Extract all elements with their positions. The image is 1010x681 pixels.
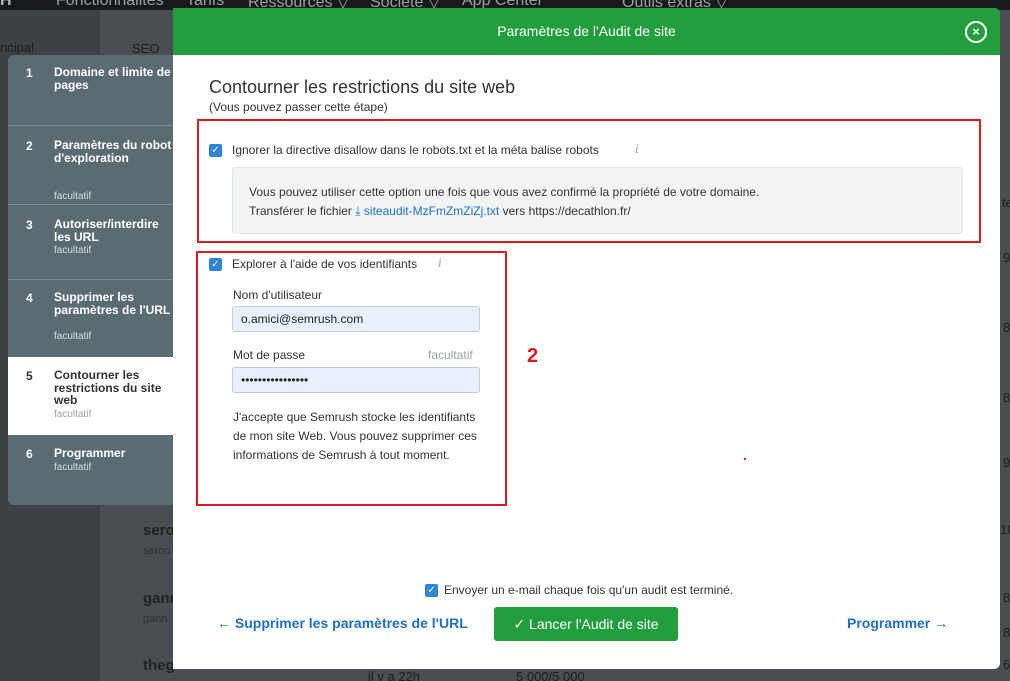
step-remove-url-params[interactable]: 4 Supprimer les paramètres de l'URL facu… bbox=[8, 280, 173, 357]
info-prefix: Transférer le fichier bbox=[249, 204, 352, 218]
step-optional: facultatif bbox=[54, 462, 92, 473]
background-left-label: ncipal bbox=[0, 40, 34, 55]
background-quota: 5 000/5 000 bbox=[516, 669, 585, 681]
step-allow-disallow-urls[interactable]: 3 Autoriser/interdire les URL facultatif bbox=[8, 205, 173, 283]
background-right-top: te bbox=[1002, 195, 1010, 210]
info-suffix: vers https://decathlon.fr/ bbox=[502, 204, 631, 218]
annotation-label-2: 2 bbox=[527, 345, 539, 367]
background-right-digit: 9 bbox=[1003, 250, 1010, 265]
info-icon[interactable]: i bbox=[635, 142, 639, 156]
download-icon[interactable]: ⤓ bbox=[355, 204, 360, 218]
launch-audit-button[interactable]: ✓ Lancer l'Audit de site bbox=[494, 607, 678, 641]
background-right-digit: 6 bbox=[1003, 657, 1010, 672]
background-time: il y a 22h bbox=[368, 669, 421, 681]
ignore-robots-label: Ignorer la directive disallow dans le ro… bbox=[232, 143, 599, 157]
credentials-checkbox[interactable]: ✓ bbox=[209, 258, 222, 271]
password-label: Mot de passe bbox=[233, 348, 306, 362]
info-line-file: Transférer le fichier ⤓ siteaudit-MzFmZm… bbox=[249, 204, 631, 219]
background-right-digit: 8 bbox=[1003, 320, 1010, 335]
step-optional: facultatif bbox=[54, 331, 92, 342]
step-optional: facultatif bbox=[54, 191, 92, 202]
modal-title: Paramètres de l'Audit de site bbox=[497, 23, 676, 39]
background-right-digit: 9 bbox=[1003, 455, 1010, 470]
back-button[interactable]: ← Supprimer les paramètres de l'URL bbox=[217, 615, 468, 631]
step-number: 5 bbox=[26, 369, 33, 383]
step-title: Programmer bbox=[54, 446, 126, 460]
background-row-sub: serou bbox=[143, 545, 171, 557]
step-schedule[interactable]: 6 Programmer facultatif bbox=[8, 435, 173, 495]
step-domain[interactable]: 1 Domaine et limite de pages bbox=[8, 66, 173, 126]
background-row-sub: gann bbox=[143, 613, 168, 625]
step-optional: facultatif bbox=[54, 245, 92, 256]
annotation-dot bbox=[744, 458, 746, 460]
step-bypass-restrictions[interactable]: 5 Contourner les restrictions du site we… bbox=[8, 357, 173, 435]
step-number: 2 bbox=[26, 139, 33, 153]
close-icon[interactable]: × bbox=[965, 21, 987, 43]
step-optional: facultatif bbox=[54, 409, 92, 420]
step-number: 3 bbox=[26, 218, 33, 232]
site-audit-settings-modal: Paramètres de l'Audit de site × Contourn… bbox=[173, 8, 1000, 669]
section-subtitle: (Vous pouvez passer cette étape) bbox=[209, 100, 388, 114]
verification-file-link[interactable]: siteaudit-MzFmZmZiZj.txt bbox=[364, 204, 499, 218]
ignore-robots-checkbox[interactable]: ✓ bbox=[209, 144, 222, 157]
modal-header: Paramètres de l'Audit de site × bbox=[173, 8, 1000, 55]
step-number: 4 bbox=[26, 291, 33, 305]
email-notify-label: Envoyer un e-mail chaque fois qu'un audi… bbox=[444, 583, 734, 597]
background-right-digit: 8 bbox=[1003, 625, 1010, 640]
background-right-digit: 10 bbox=[1000, 522, 1010, 537]
background-right-digit: 8 bbox=[1003, 390, 1010, 405]
background-right-digit: 8 bbox=[1003, 590, 1010, 605]
next-button[interactable]: Programmer → bbox=[847, 615, 948, 631]
section-title: Contourner les restrictions du site web bbox=[209, 77, 516, 97]
background-row-name: theg bbox=[143, 657, 175, 674]
step-title: Supprimer les paramètres de l'URL bbox=[54, 290, 171, 317]
credentials-label: Explorer à l'aide de vos identifiants bbox=[232, 257, 418, 271]
step-title: Autoriser/interdire les URL bbox=[54, 217, 159, 244]
wizard-stepper: 1 Domaine et limite de pages 2 Paramètre… bbox=[8, 55, 173, 505]
username-input[interactable]: o.amici@semrush.com bbox=[232, 306, 480, 332]
step-title: Domaine et limite de pages bbox=[54, 65, 171, 92]
step-number: 1 bbox=[26, 66, 33, 80]
background-nav-item: Fonctionnalités bbox=[56, 0, 164, 9]
background-logo: H bbox=[0, 0, 12, 9]
username-label: Nom d'utilisateur bbox=[233, 288, 322, 302]
consent-text: J'accepte que Semrush stocke les identif… bbox=[233, 410, 477, 462]
info-icon[interactable]: i bbox=[438, 256, 442, 270]
password-input[interactable]: •••••••••••••••• bbox=[232, 367, 480, 393]
step-crawler-settings[interactable]: 2 Paramètres du robot d'exploration facu… bbox=[8, 126, 173, 204]
step-number: 6 bbox=[26, 447, 33, 461]
background-breadcrumb: SEO bbox=[132, 41, 160, 56]
email-notify-checkbox[interactable]: ✓ bbox=[425, 584, 438, 597]
verification-info-box: Vous pouvez utiliser cette option une fo… bbox=[232, 167, 963, 234]
step-title: Paramètres du robot d'exploration bbox=[54, 138, 172, 165]
step-title: Contourner les restrictions du site web bbox=[54, 368, 162, 407]
info-line: Vous pouvez utiliser cette option une fo… bbox=[249, 185, 760, 199]
password-optional-label: facultatif bbox=[428, 348, 473, 362]
